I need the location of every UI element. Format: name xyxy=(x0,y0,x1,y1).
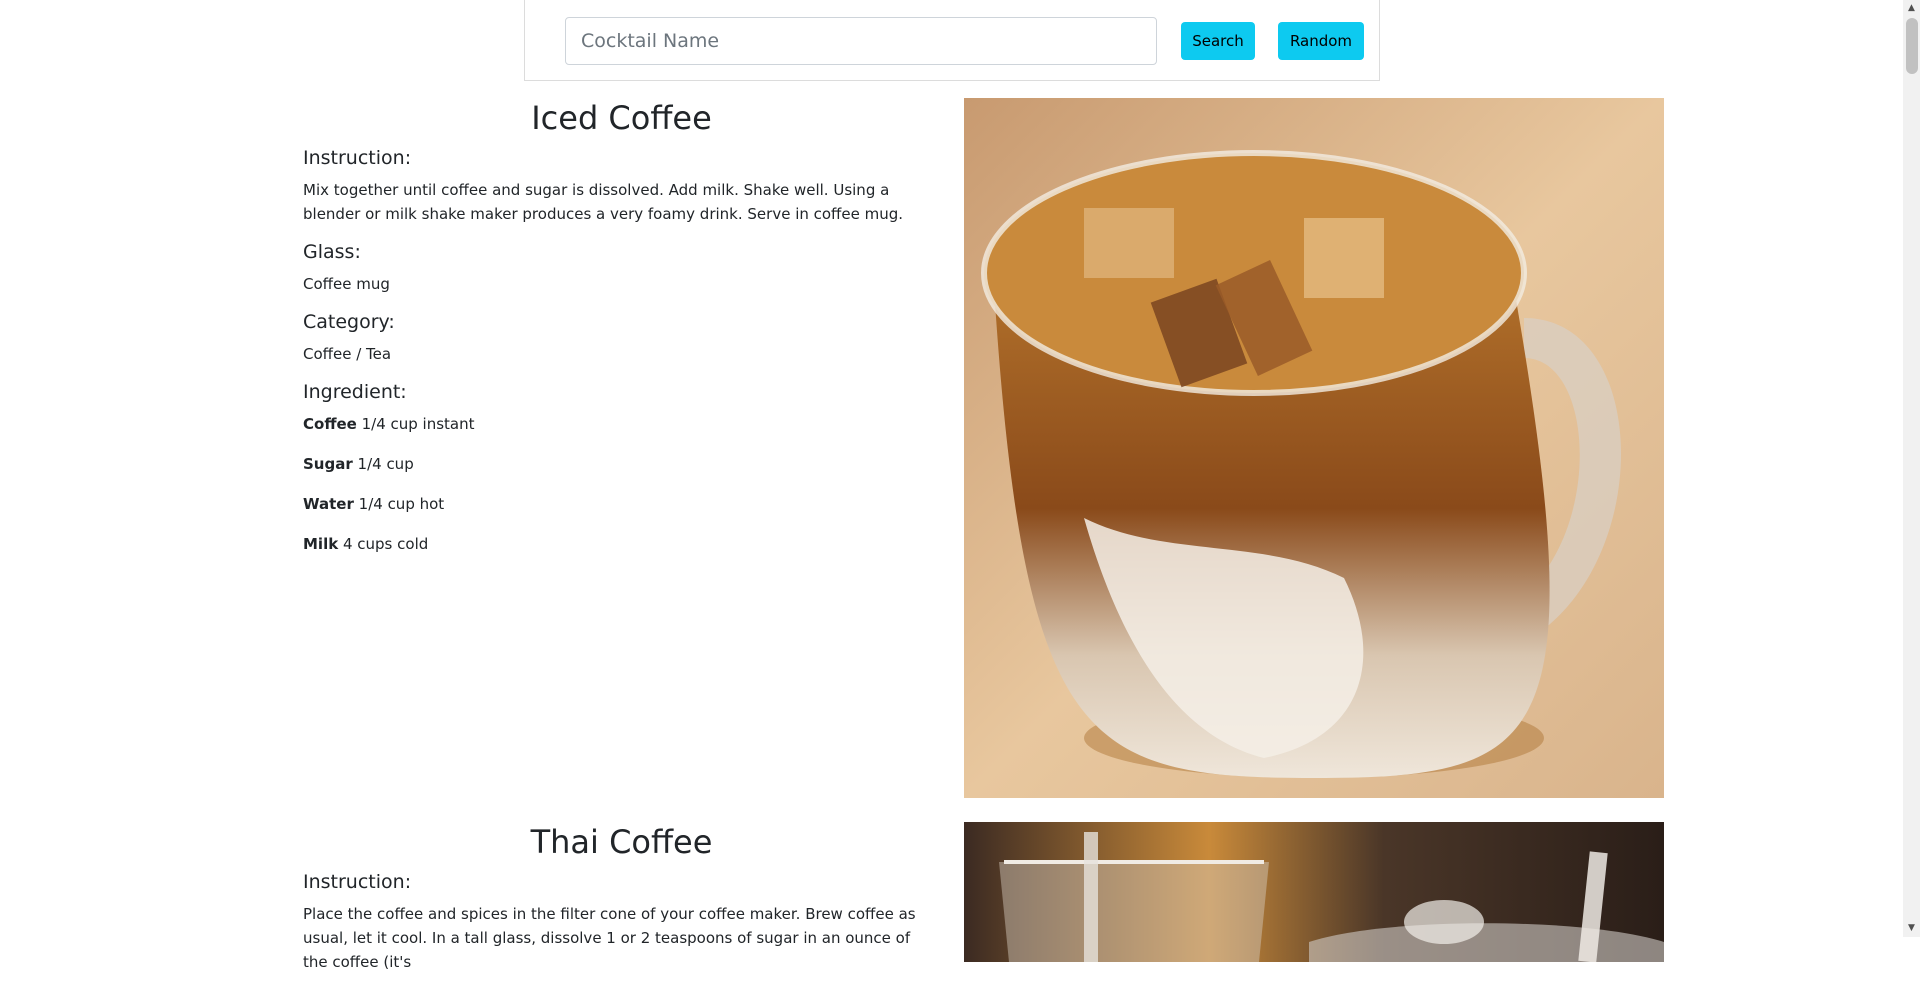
drink-details: Thai Coffee Instruction: Place the coffe… xyxy=(303,822,933,988)
ingredient-name: Water xyxy=(303,495,354,513)
ingredient-measure: 1/4 cup xyxy=(357,455,414,473)
glass-text: Coffee mug xyxy=(303,275,390,293)
cocktail-name-input[interactable] xyxy=(565,17,1157,65)
drink-image xyxy=(964,98,1664,798)
instruction-heading: Instruction: xyxy=(303,871,412,893)
category-text: Coffee / Tea xyxy=(303,345,392,363)
drink-image xyxy=(964,822,1664,962)
page-scrollbar[interactable]: ▲ ▼ xyxy=(1903,0,1920,937)
random-button[interactable]: Random xyxy=(1278,22,1364,60)
ingredient-measure: 1/4 cup instant xyxy=(361,415,475,433)
instruction-text: Mix together until coffee and sugar is d… xyxy=(303,181,904,223)
search-bar: Search Random xyxy=(524,0,1380,81)
ingredient-item: Water 1/4 cup hot xyxy=(303,492,933,516)
category-heading: Category: xyxy=(303,311,395,333)
ingredient-measure: 1/4 cup hot xyxy=(358,495,445,513)
ingredient-name: Coffee xyxy=(303,415,357,433)
drink-details: Iced Coffee Instruction: Mix together un… xyxy=(303,98,933,572)
scrollbar-thumb[interactable] xyxy=(1906,18,1918,74)
search-button[interactable]: Search xyxy=(1181,22,1255,60)
scroll-up-icon[interactable]: ▲ xyxy=(1903,0,1920,17)
glass-heading: Glass: xyxy=(303,241,361,263)
ingredient-heading: Ingredient: xyxy=(303,381,407,403)
ingredient-name: Sugar xyxy=(303,455,353,473)
ingredient-name: Milk xyxy=(303,535,339,553)
ingredient-item: Milk 4 cups cold xyxy=(303,532,933,556)
scroll-down-icon[interactable]: ▼ xyxy=(1903,920,1920,937)
ingredient-item: Coffee 1/4 cup instant xyxy=(303,412,933,436)
instruction-text: Place the coffee and spices in the filte… xyxy=(303,905,916,971)
instruction-heading: Instruction: xyxy=(303,147,412,169)
ingredient-item: Sugar 1/4 cup xyxy=(303,452,933,476)
ingredient-measure: 4 cups cold xyxy=(342,535,429,553)
drink-title: Thai Coffee xyxy=(530,823,713,861)
drink-title: Iced Coffee xyxy=(531,99,712,137)
